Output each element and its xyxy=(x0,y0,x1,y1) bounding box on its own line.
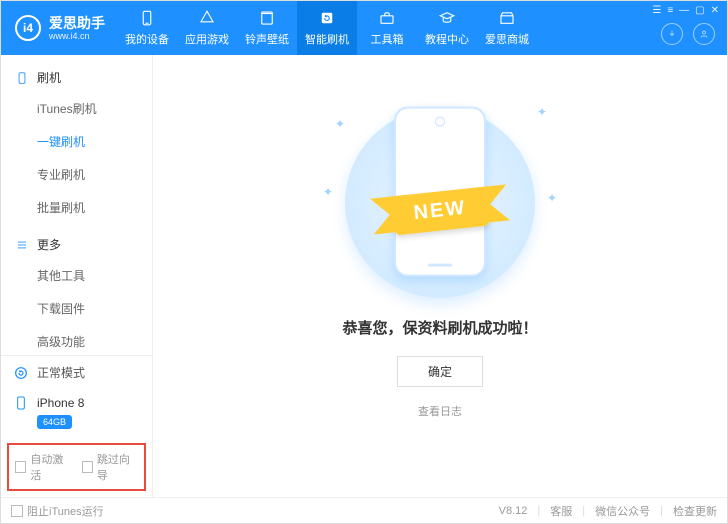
sidebar-section-label: 更多 xyxy=(37,236,61,253)
brand-text: 爱思助手 www.i4.cn xyxy=(49,16,105,41)
sidebar-device[interactable]: iPhone 8 64GB xyxy=(1,389,152,439)
sidebar-item-itunes[interactable]: iTunes刷机 xyxy=(1,92,152,125)
sidebar-checks-highlight: 自动激活 跳过向导 xyxy=(7,443,146,491)
sidebar-item-advanced[interactable]: 高级功能 xyxy=(1,325,152,355)
tab-toolbox[interactable]: 工具箱 xyxy=(357,1,417,55)
refresh-circle-icon xyxy=(13,365,29,381)
tab-tutorial[interactable]: 教程中心 xyxy=(417,1,477,55)
store-icon xyxy=(498,9,516,27)
footer: 阻止iTunes运行 V8.12 | 客服 | 微信公众号 | 检查更新 xyxy=(1,497,727,523)
tab-label: 我的设备 xyxy=(125,31,169,47)
close-icon[interactable]: ✕ xyxy=(711,5,719,16)
sidebar-item-pro[interactable]: 专业刷机 xyxy=(1,158,152,191)
view-log-link[interactable]: 查看日志 xyxy=(418,403,462,419)
checkbox-icon xyxy=(15,461,26,473)
checkbox-icon xyxy=(82,461,93,473)
sparkle-icon: ✦ xyxy=(323,185,333,199)
window-controls: ☰ ≡ — ▢ ✕ xyxy=(652,5,719,16)
checkbox-label: 阻止iTunes运行 xyxy=(27,503,104,519)
apps-icon xyxy=(198,9,216,27)
sidebar-section-flash: 刷机 xyxy=(1,63,152,92)
sidebar-bottom: 正常模式 iPhone 8 64GB 自动激活 xyxy=(1,355,152,497)
maximize-icon[interactable]: ▢ xyxy=(695,5,704,16)
ok-button[interactable]: 确定 xyxy=(397,356,483,387)
checkbox-label: 自动激活 xyxy=(30,451,71,483)
tab-label: 教程中心 xyxy=(425,31,469,47)
separator: | xyxy=(582,505,585,517)
download-button[interactable] xyxy=(661,23,683,45)
tab-store[interactable]: 爱思商城 xyxy=(477,1,537,55)
tab-ringtone[interactable]: 铃声壁纸 xyxy=(237,1,297,55)
device-name: iPhone 8 xyxy=(37,396,84,410)
tab-apps[interactable]: 应用游戏 xyxy=(177,1,237,55)
footer-right: V8.12 | 客服 | 微信公众号 | 检查更新 xyxy=(499,503,717,519)
tab-label: 铃声壁纸 xyxy=(245,31,289,47)
skin-icon[interactable]: ☰ xyxy=(652,5,661,16)
sidebar-scroll: 刷机 iTunes刷机 一键刷机 专业刷机 批量刷机 更多 其他工具 下载固件 … xyxy=(1,55,152,355)
sparkle-icon: ✦ xyxy=(335,117,345,131)
wechat-link[interactable]: 微信公众号 xyxy=(595,503,650,519)
brand-logo-icon: i4 xyxy=(15,15,41,41)
separator: | xyxy=(537,505,540,517)
phone-icon xyxy=(15,71,29,85)
graduation-icon xyxy=(438,9,456,27)
sidebar-section-more: 更多 xyxy=(1,230,152,259)
sidebar: 刷机 iTunes刷机 一键刷机 专业刷机 批量刷机 更多 其他工具 下载固件 … xyxy=(1,55,153,497)
top-tabs: 我的设备 应用游戏 铃声壁纸 智能刷机 工具箱 教程中心 xyxy=(117,1,537,55)
brand: i4 爱思助手 www.i4.cn xyxy=(1,1,117,55)
checkbox-skip-guide[interactable]: 跳过向导 xyxy=(82,451,139,483)
success-illustration: ✦ ✦ ✦ ✦ NEW xyxy=(325,95,555,295)
sidebar-mode-label: 正常模式 xyxy=(37,364,85,381)
checkbox-auto-activate[interactable]: 自动激活 xyxy=(15,451,72,483)
brand-title: 爱思助手 xyxy=(49,16,105,30)
sidebar-item-other[interactable]: 其他工具 xyxy=(1,259,152,292)
tab-label: 应用游戏 xyxy=(185,31,229,47)
success-message: 恭喜您，保资料刷机成功啦！ xyxy=(342,317,537,338)
body: 刷机 iTunes刷机 一键刷机 专业刷机 批量刷机 更多 其他工具 下载固件 … xyxy=(1,55,727,497)
device-capacity-badge: 64GB xyxy=(37,415,72,429)
wallpaper-icon xyxy=(258,9,276,27)
checkbox-icon xyxy=(11,505,23,517)
footer-left: 阻止iTunes运行 xyxy=(11,503,104,519)
topbar: i4 爱思助手 www.i4.cn 我的设备 应用游戏 铃声壁纸 智能刷机 xyxy=(1,1,727,55)
sidebar-item-download[interactable]: 下载固件 xyxy=(1,292,152,325)
user-button[interactable] xyxy=(693,23,715,45)
sparkle-icon: ✦ xyxy=(537,105,547,119)
settings-icon[interactable]: ≡ xyxy=(667,5,673,16)
separator: | xyxy=(660,505,663,517)
sidebar-item-oneclick[interactable]: 一键刷机 xyxy=(1,125,152,158)
update-link[interactable]: 检查更新 xyxy=(673,503,717,519)
sidebar-mode[interactable]: 正常模式 xyxy=(1,356,152,389)
phone-icon xyxy=(13,395,29,411)
checkbox-label: 跳过向导 xyxy=(97,451,138,483)
tab-flash[interactable]: 智能刷机 xyxy=(297,1,357,55)
tab-label: 智能刷机 xyxy=(305,31,349,47)
phone-icon xyxy=(138,9,156,27)
tab-label: 爱思商城 xyxy=(485,31,529,47)
tab-label: 工具箱 xyxy=(371,31,404,47)
refresh-icon xyxy=(318,9,336,27)
toolbox-icon xyxy=(378,9,396,27)
topbar-right xyxy=(661,23,715,45)
tab-my-device[interactable]: 我的设备 xyxy=(117,1,177,55)
app-window: i4 爱思助手 www.i4.cn 我的设备 应用游戏 铃声壁纸 智能刷机 xyxy=(0,0,728,524)
sparkle-icon: ✦ xyxy=(547,191,557,205)
minimize-icon[interactable]: — xyxy=(679,5,689,16)
checkbox-block-itunes[interactable]: 阻止iTunes运行 xyxy=(11,503,104,519)
brand-url: www.i4.cn xyxy=(49,32,105,41)
main: ✦ ✦ ✦ ✦ NEW 恭喜您，保资料刷机成功啦！ 确定 查看日志 xyxy=(153,55,727,497)
sidebar-item-batch[interactable]: 批量刷机 xyxy=(1,191,152,224)
sidebar-section-label: 刷机 xyxy=(37,69,61,86)
version-label: V8.12 xyxy=(499,505,528,517)
menu-icon xyxy=(15,238,29,252)
support-link[interactable]: 客服 xyxy=(550,503,572,519)
